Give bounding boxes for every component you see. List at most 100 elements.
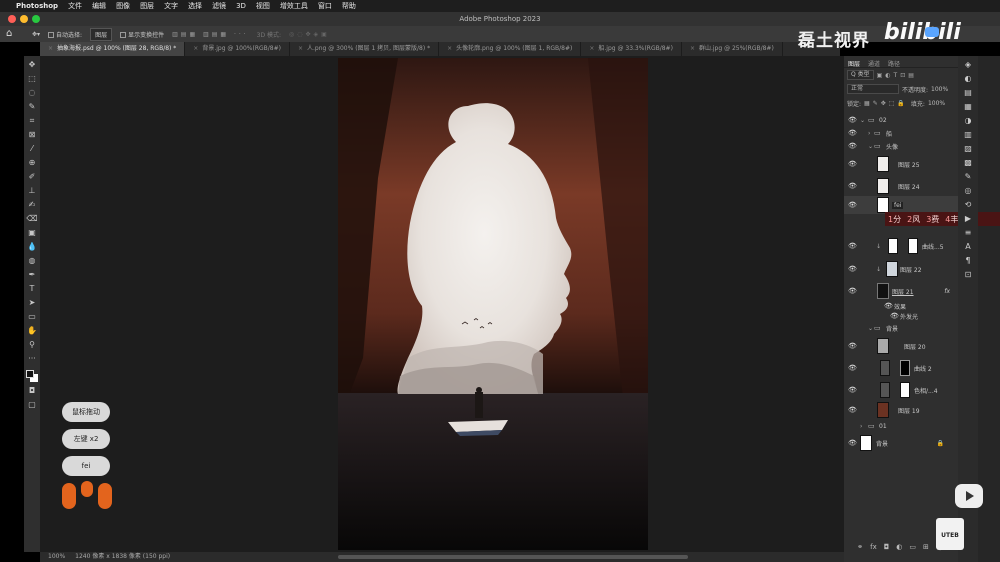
layer-name-editing[interactable]: fei [892,201,904,209]
close-tab-icon[interactable]: × [48,45,53,52]
chevron-down-icon[interactable]: ⌄ [868,143,873,150]
character-icon[interactable]: A [962,242,974,252]
patterns-icon[interactable]: ▩ [962,158,974,168]
canvas-workspace[interactable] [40,56,844,552]
opacity-value[interactable]: 100% [931,86,948,93]
frame-tool-icon[interactable]: ⊠ [26,130,38,140]
ime-candidate[interactable]: 3费 [926,214,939,225]
properties-icon[interactable]: ▤ [962,88,974,98]
quick-mask-icon[interactable]: ◘ [26,386,38,396]
menu-view[interactable]: 视图 [256,1,270,11]
visibility-eye-icon[interactable]: 👁 [890,312,899,320]
auto-select-dropdown[interactable]: 图层 [90,27,113,41]
visibility-eye-icon[interactable]: 👁 [848,201,857,209]
tab-document[interactable]: × 抽象海报.psd @ 100% (图层 28, RGB/8) * [40,42,186,56]
fill-value[interactable]: 100% [928,100,945,107]
tab-channels[interactable]: 通道 [868,59,880,68]
close-tab-icon[interactable]: × [193,45,198,52]
glyphs-icon[interactable]: ⊡ [962,270,974,280]
libraries-icon[interactable]: ▦ [962,102,974,112]
visibility-eye-icon[interactable]: 👁 [848,160,857,168]
visibility-eye-icon[interactable]: 👁 [848,386,857,394]
layer-row[interactable]: 👁 ↓ 图层 22 [844,259,958,279]
eraser-tool-icon[interactable]: ⌫ [26,214,38,224]
menu-layer[interactable]: 图层 [140,1,154,11]
close-tab-icon[interactable]: × [690,45,695,52]
new-group-icon[interactable]: ▭ [909,543,916,551]
brushes-icon[interactable]: ✎ [962,172,974,182]
ime-candidate[interactable]: 2风 [907,214,920,225]
fx-icon[interactable]: fx [944,288,950,295]
move-tool-icon[interactable]: ✥ [26,60,38,70]
lasso-tool-icon[interactable]: ◌ [26,88,38,98]
add-style-icon[interactable]: fx [870,543,877,551]
home-icon[interactable]: ⌂ [6,28,12,39]
blend-mode-select[interactable]: 正常 [847,84,899,94]
show-transform-toggle[interactable]: 显示变换控件 [120,30,164,39]
clone-stamp-tool-icon[interactable]: ⊥ [26,186,38,196]
layer-row[interactable]: 👁 图层 21 fx [844,281,958,301]
visibility-eye-icon[interactable]: 👁 [848,142,857,150]
filter-icons[interactable]: ▣◐T⊡▤ [877,72,917,79]
menu-plugins[interactable]: 增效工具 [280,1,308,11]
zoom-tool-icon[interactable]: ⚲ [26,340,38,350]
tab-paths[interactable]: 路径 [888,59,900,68]
chevron-right-icon[interactable]: › [860,423,862,430]
healing-brush-tool-icon[interactable]: ⊕ [26,158,38,168]
add-mask-icon[interactable]: ◘ [884,543,890,551]
auto-select-checkbox[interactable] [48,32,55,38]
hand-tool-icon[interactable]: ✋ [26,326,38,336]
visibility-eye-icon[interactable]: 👁 [848,116,857,124]
layer-row[interactable]: 👁 图层 20 [844,336,958,356]
tab-document[interactable]: × 头像轮廓.png @ 100% (图层 1, RGB/8#) [439,42,582,56]
pen-tool-icon[interactable]: ✒ [26,270,38,280]
menu-image[interactable]: 图像 [116,1,130,11]
swatches-icon[interactable]: ▥ [962,130,974,140]
layer-row[interactable]: 👁 曲线 2 [844,358,958,378]
close-tab-icon[interactable]: × [589,45,594,52]
color-icon[interactable]: ◑ [962,116,974,126]
layer-row[interactable]: 👁 背景 🔒 [844,434,958,452]
color-swatches[interactable] [26,370,38,382]
tab-document[interactable]: × 背景.jpg @ 100%(RGB/8#) [185,42,290,56]
layer-row[interactable]: 👁 › ▭ 船 [844,127,958,139]
move-tool-icon[interactable]: ✥▾ [32,31,40,38]
path-select-tool-icon[interactable]: ➤ [26,298,38,308]
new-layer-icon[interactable]: ⊞ [923,543,929,551]
brush-tool-icon[interactable]: ✐ [26,172,38,182]
visibility-eye-icon[interactable]: 👁 [848,439,857,447]
menu-3d[interactable]: 3D [236,2,246,10]
chevron-down-icon[interactable]: ⌄ [868,325,873,332]
actions-icon[interactable]: ▶ [962,214,974,224]
menu-filter[interactable]: 滤镜 [212,1,226,11]
close-tab-icon[interactable]: × [447,45,452,52]
more-tools-icon[interactable]: ··· [26,354,38,364]
history-icon[interactable]: ⟲ [962,200,974,210]
close-tab-icon[interactable]: × [298,45,303,52]
tab-document[interactable]: × 人.png @ 300% (图层 1 拷贝, 图层蒙版/8) * [290,42,440,56]
visibility-eye-icon[interactable]: 👁 [848,342,857,350]
menu-file[interactable]: 文件 [68,1,82,11]
menu-app-name[interactable]: Photoshop [16,2,58,10]
visibility-eye-icon[interactable]: 👁 [848,287,857,295]
align-icons[interactable]: ▥▤▦ ▥▤▦ ··· [172,31,249,38]
visibility-eye-icon[interactable]: 👁 [848,129,857,137]
blur-tool-icon[interactable]: 💧 [26,242,38,252]
layer-row[interactable]: 👁 色相/...4 [844,380,958,400]
rectangle-tool-icon[interactable]: ▭ [26,312,38,322]
gradients-icon[interactable]: ▨ [962,144,974,154]
menu-type[interactable]: 文字 [164,1,178,11]
menu-select[interactable]: 选择 [188,1,202,11]
menu-window[interactable]: 窗口 [318,1,332,11]
3d-mode-icons[interactable]: ◎◌✥◈▣ [289,31,330,38]
new-adjustment-icon[interactable]: ◐ [896,543,902,551]
layers-icon[interactable]: ◈ [962,60,974,70]
tab-document[interactable]: × 船.jpg @ 33.3%(RGB/8#) [581,42,682,56]
ime-candidate[interactable]: 4丰 [945,214,958,225]
layer-row[interactable]: 👁 ↓ 曲线...5 [844,236,958,256]
lock-icons[interactable]: ▦✎✥⬚🔒 [864,100,908,107]
menu-edit[interactable]: 编辑 [92,1,106,11]
visibility-eye-icon[interactable]: 👁 [848,182,857,190]
zoom-level[interactable]: 100% [48,552,65,562]
minimize-window-button[interactable] [20,15,28,23]
